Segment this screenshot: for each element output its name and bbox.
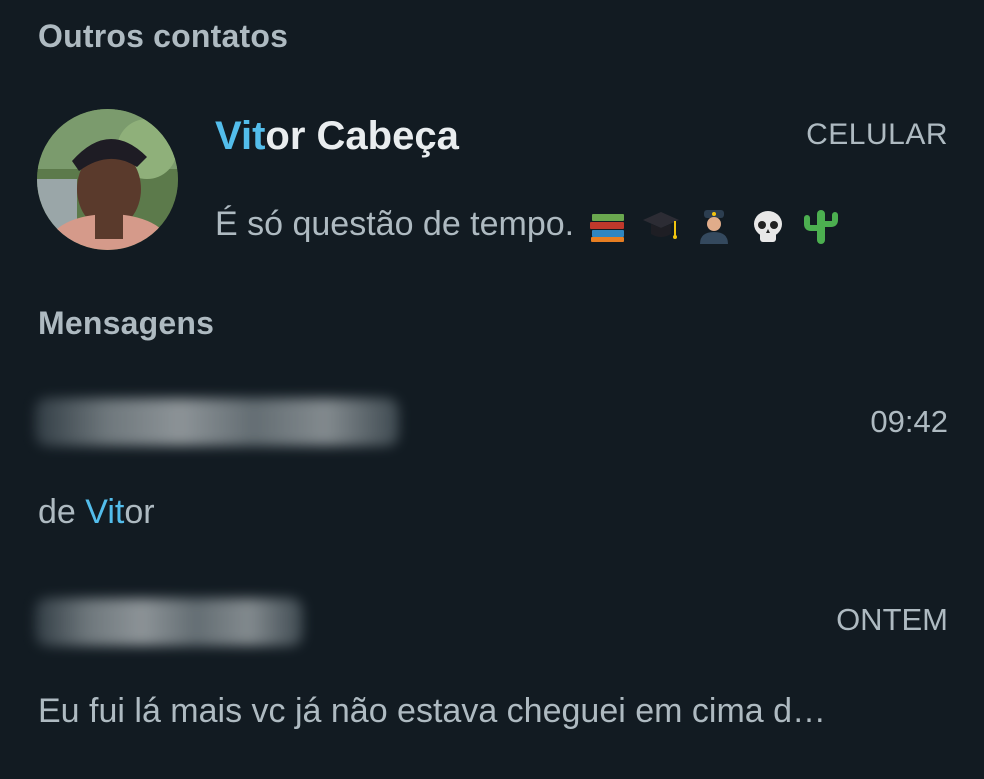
message-preview-rest: or: [124, 493, 155, 531]
contact-name: Vitor Cabeça: [215, 114, 459, 159]
section-header-messages: Mensagens: [38, 305, 215, 341]
blurred-sender-name: [35, 598, 303, 646]
section-header-other-contacts: Outros contatos: [38, 18, 289, 54]
message-preview-match: Vit: [85, 493, 125, 531]
message-time: ONTEM: [836, 602, 948, 637]
message-result-row[interactable]: 09:42 de Vitor: [0, 380, 984, 550]
police-officer-icon: [694, 206, 734, 246]
contact-status-text: É só questão de tempo.: [215, 205, 575, 243]
contact-type-label: CELULAR: [806, 118, 948, 151]
contact-name-match: Vit: [215, 114, 266, 158]
cactus-icon: [801, 206, 841, 246]
graduation-cap-icon: [641, 206, 681, 246]
blurred-sender-name: [35, 398, 399, 446]
message-preview: de Vitor: [38, 493, 155, 532]
avatar[interactable]: [37, 109, 178, 250]
skull-icon: [748, 206, 788, 246]
contact-result-row[interactable]: Vitor Cabeça CELULAR É só questão de tem…: [0, 100, 984, 270]
books-icon: [588, 206, 628, 246]
message-preview-prefix: de: [38, 493, 86, 531]
message-result-row[interactable]: ONTEM Eu fui lá mais vc já não estava ch…: [0, 580, 984, 750]
contact-name-rest: or Cabeça: [265, 114, 459, 158]
message-preview: Eu fui lá mais vc já não estava cheguei …: [38, 692, 827, 730]
message-time: 09:42: [870, 404, 948, 439]
contact-status: É só questão de tempo.: [215, 205, 841, 246]
